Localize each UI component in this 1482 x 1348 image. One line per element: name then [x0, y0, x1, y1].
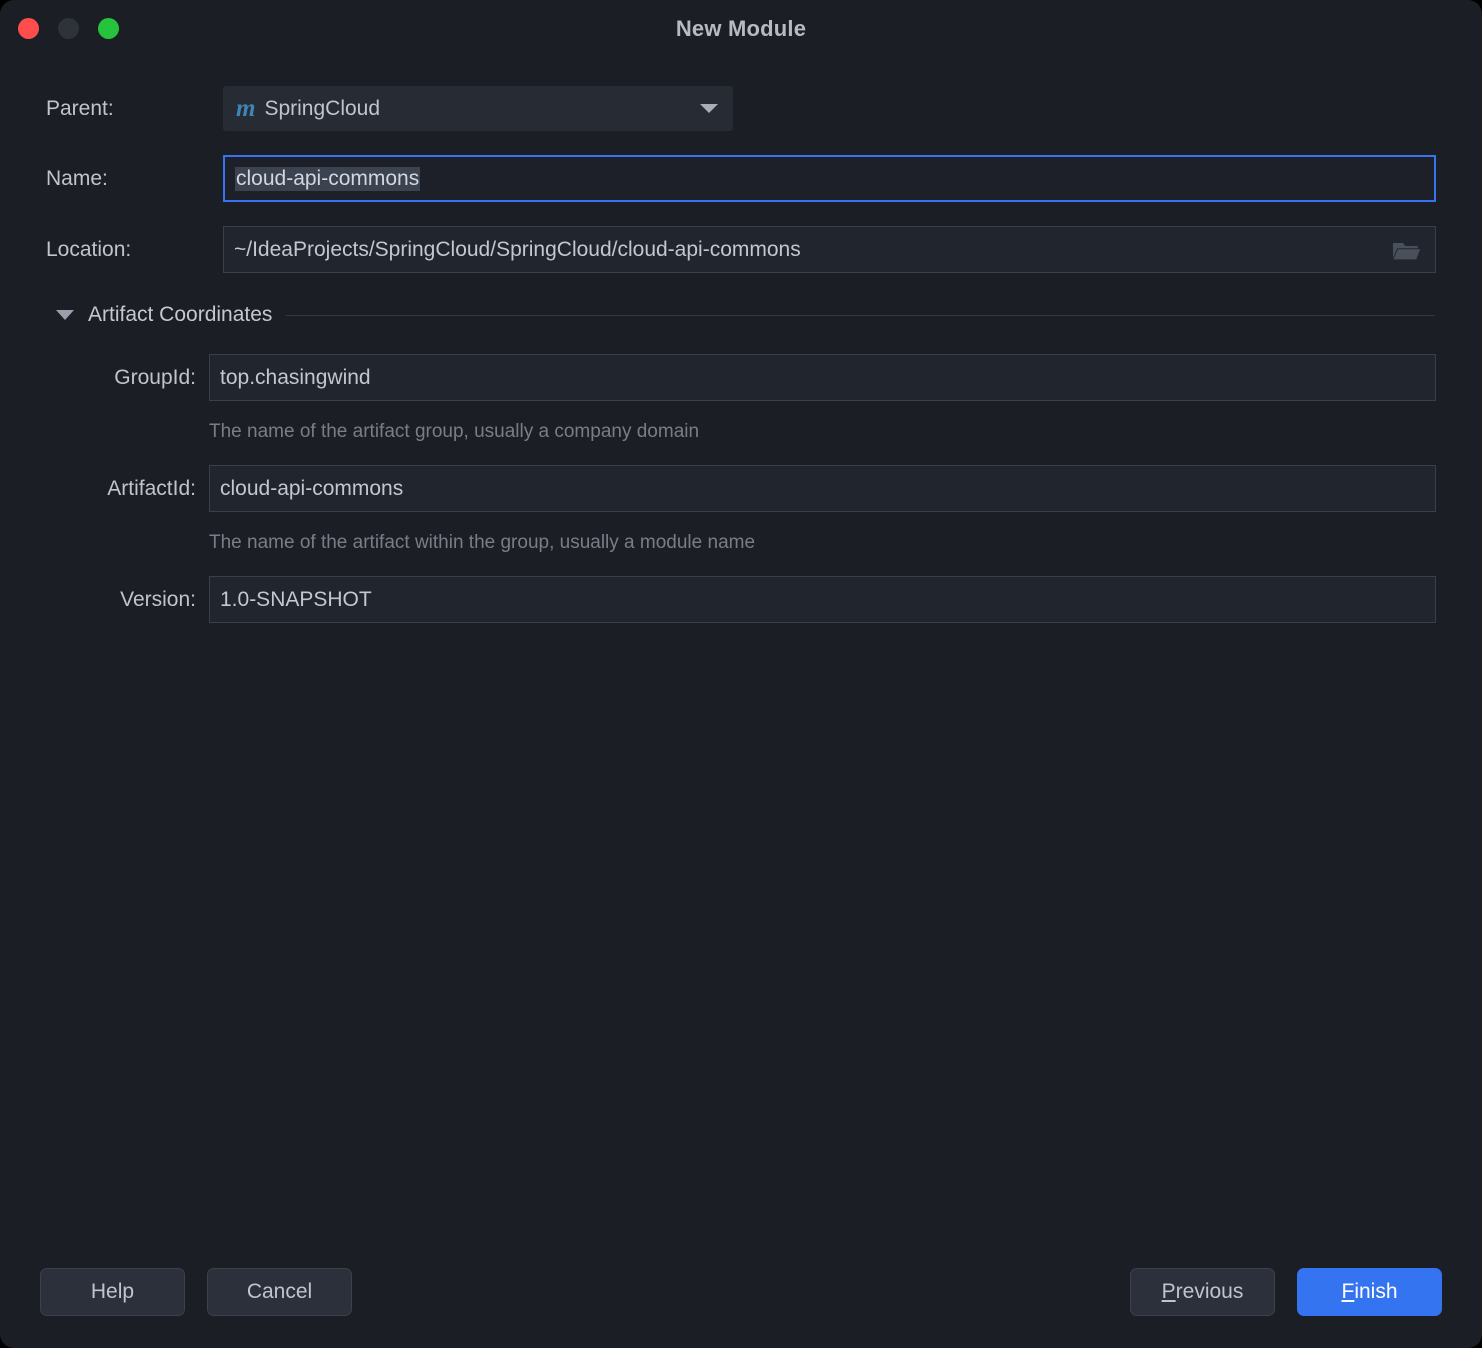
groupid-hint: The name of the artifact group, usually …	[209, 421, 699, 443]
minimize-window-button[interactable]	[58, 18, 79, 39]
previous-mnemonic: P	[1162, 1280, 1176, 1304]
artifactid-label: ArtifactId:	[46, 477, 209, 501]
name-label: Name:	[46, 167, 223, 191]
section-divider	[286, 315, 1435, 316]
maven-module-icon: m	[236, 96, 254, 121]
groupid-row: GroupId: top.chasingwind	[46, 354, 1436, 401]
new-module-dialog: New Module Parent: m SpringCloud Name: c…	[0, 0, 1482, 1348]
artifactid-input-value: cloud-api-commons	[220, 477, 403, 501]
folder-open-icon	[1391, 239, 1421, 263]
finish-label-rest: inish	[1354, 1280, 1397, 1304]
artifactid-row: ArtifactId: cloud-api-commons	[46, 465, 1436, 512]
version-input-value: 1.0-SNAPSHOT	[220, 588, 372, 612]
dialog-body: Parent: m SpringCloud Name: cloud-api-co…	[0, 86, 1482, 623]
parent-selected-value: SpringCloud	[264, 97, 690, 121]
dialog-title: New Module	[676, 16, 806, 42]
previous-label-rest: revious	[1176, 1280, 1244, 1304]
groupid-hint-row: The name of the artifact group, usually …	[46, 421, 1436, 443]
finish-button[interactable]: Finish	[1297, 1268, 1442, 1316]
groupid-input-value: top.chasingwind	[220, 366, 371, 390]
dialog-footer: Help Cancel Previous Finish	[0, 1236, 1482, 1348]
version-input[interactable]: 1.0-SNAPSHOT	[209, 576, 1436, 623]
close-window-button[interactable]	[18, 18, 39, 39]
cancel-button[interactable]: Cancel	[207, 1268, 352, 1316]
chevron-down-icon	[700, 104, 718, 113]
artifact-coordinates-section-header[interactable]: Artifact Coordinates	[56, 303, 1436, 327]
artifactid-hint-row: The name of the artifact within the grou…	[46, 532, 1436, 554]
artifactid-input[interactable]: cloud-api-commons	[209, 465, 1436, 512]
version-label: Version:	[46, 588, 209, 612]
chevron-down-icon[interactable]	[56, 310, 74, 320]
name-input[interactable]: cloud-api-commons	[223, 155, 1436, 202]
artifactid-hint: The name of the artifact within the grou…	[209, 532, 755, 554]
groupid-input[interactable]: top.chasingwind	[209, 354, 1436, 401]
previous-button[interactable]: Previous	[1130, 1268, 1275, 1316]
parent-label: Parent:	[46, 97, 223, 121]
name-row: Name: cloud-api-commons	[46, 155, 1436, 202]
window-controls	[18, 18, 119, 39]
location-row: Location: ~/IdeaProjects/SpringCloud/Spr…	[46, 226, 1436, 273]
title-bar: New Module	[0, 0, 1482, 57]
groupid-label: GroupId:	[46, 366, 209, 390]
location-label: Location:	[46, 238, 223, 262]
location-input[interactable]: ~/IdeaProjects/SpringCloud/SpringCloud/c…	[223, 226, 1436, 273]
browse-folder-button[interactable]	[1378, 228, 1434, 273]
parent-row: Parent: m SpringCloud	[46, 86, 1436, 131]
parent-dropdown[interactable]: m SpringCloud	[223, 86, 733, 131]
help-button[interactable]: Help	[40, 1268, 185, 1316]
version-row: Version: 1.0-SNAPSHOT	[46, 576, 1436, 623]
finish-mnemonic: F	[1341, 1280, 1354, 1304]
artifact-coordinates-label: Artifact Coordinates	[88, 303, 272, 327]
name-input-value: cloud-api-commons	[235, 167, 420, 191]
location-input-value: ~/IdeaProjects/SpringCloud/SpringCloud/c…	[234, 238, 801, 262]
zoom-window-button[interactable]	[98, 18, 119, 39]
